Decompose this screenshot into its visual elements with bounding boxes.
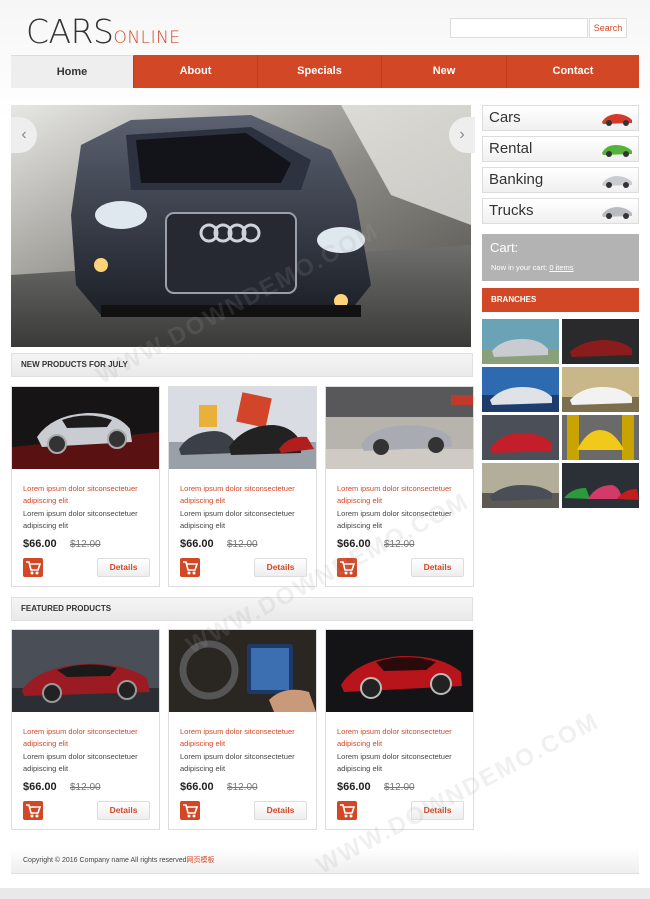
search-input[interactable] <box>450 18 588 38</box>
product-card: Lorem ipsum dolor sitconsectetuer adipis… <box>325 386 474 587</box>
product-description: Lorem ipsum dolor sitconsectetuer adipis… <box>23 509 138 530</box>
page-bottom-strip <box>0 888 650 899</box>
product-old-price: $12.00 <box>70 782 101 793</box>
sidebar-item-banking[interactable]: Banking <box>482 167 639 193</box>
product-title[interactable]: Lorem ipsum dolor sitconsectetuer adipis… <box>23 726 153 750</box>
cart-icon[interactable] <box>180 558 200 577</box>
product-old-price: $12.00 <box>227 539 258 550</box>
product-old-price: $12.00 <box>384 539 415 550</box>
product-image[interactable] <box>326 630 473 712</box>
cart-title: Cart: <box>490 240 519 255</box>
product-card: Lorem ipsum dolor sitconsectetuer adipis… <box>11 629 160 830</box>
nav-item-new[interactable]: New <box>382 55 507 88</box>
product-price: $66.00 <box>337 781 371 793</box>
car-icon <box>602 176 632 188</box>
product-title[interactable]: Lorem ipsum dolor sitconsectetuer adipis… <box>180 483 310 507</box>
site-footer: Copyright © 2016 Company name All rights… <box>11 848 639 874</box>
hero-car-image <box>11 105 471 347</box>
nav-item-home[interactable]: Home <box>11 55 134 88</box>
product-price: $66.00 <box>337 538 371 550</box>
product-old-price: $12.00 <box>70 539 101 550</box>
sidebar-item-label: Banking <box>489 171 544 188</box>
product-image[interactable] <box>169 387 316 469</box>
copyright-text: Copyright © 2016 Company name All rights… <box>23 857 187 864</box>
logo-sub-text: ONLINE <box>113 28 181 48</box>
product-card: Lorem ipsum dolor sitconsectetuer adipis… <box>168 629 317 830</box>
footer-link[interactable]: 网页模板 <box>187 857 215 864</box>
sidebar-item-rental[interactable]: Rental <box>482 136 639 162</box>
product-description: Lorem ipsum dolor sitconsectetuer adipis… <box>23 752 138 773</box>
section-heading-new-products: NEW PRODUCTS FOR JULY <box>11 353 473 377</box>
car-icon <box>602 114 632 126</box>
product-price: $66.00 <box>180 781 214 793</box>
cart-status: Now in your cart: 0 items <box>491 263 574 272</box>
product-title[interactable]: Lorem ipsum dolor sitconsectetuer adipis… <box>23 483 153 507</box>
search-button[interactable]: Search <box>589 18 627 38</box>
nav-item-specials[interactable]: Specials <box>258 55 382 88</box>
product-description: Lorem ipsum dolor sitconsectetuer adipis… <box>180 752 295 773</box>
product-title[interactable]: Lorem ipsum dolor sitconsectetuer adipis… <box>337 726 467 750</box>
sidebar-item-trucks[interactable]: Trucks <box>482 198 639 224</box>
car-icon <box>602 145 632 157</box>
product-image[interactable] <box>12 387 159 469</box>
nav-item-contact[interactable]: Contact <box>507 55 639 88</box>
branch-image[interactable] <box>482 415 559 460</box>
branch-image[interactable] <box>562 367 639 412</box>
sidebar-item-label: Trucks <box>489 202 534 219</box>
branch-image[interactable] <box>562 463 639 508</box>
cart-icon[interactable] <box>337 801 357 820</box>
main-nav: Home About Specials New Contact <box>11 55 639 88</box>
branch-image[interactable] <box>562 319 639 364</box>
product-card: Lorem ipsum dolor sitconsectetuer adipis… <box>168 386 317 587</box>
cart-icon[interactable] <box>23 558 43 577</box>
product-old-price: $12.00 <box>227 782 258 793</box>
details-button[interactable]: Details <box>411 558 464 577</box>
cart-status-label: Now in your cart <box>491 263 546 272</box>
sidebar-item-label: Rental <box>489 140 533 157</box>
product-price: $66.00 <box>180 538 214 550</box>
branch-image[interactable] <box>482 319 559 364</box>
details-button[interactable]: Details <box>254 801 307 820</box>
nav-item-about[interactable]: About <box>134 55 258 88</box>
sidebar-item-label: Cars <box>489 109 521 126</box>
logo-main-text: CARS <box>26 12 114 51</box>
product-card: Lorem ipsum dolor sitconsectetuer adipis… <box>11 386 160 587</box>
cart-icon[interactable] <box>180 801 200 820</box>
cart-icon[interactable] <box>23 801 43 820</box>
branches-heading: BRANCHES <box>482 288 639 312</box>
details-button[interactable]: Details <box>97 558 150 577</box>
branch-image[interactable] <box>562 415 639 460</box>
branch-image[interactable] <box>482 463 559 508</box>
product-title[interactable]: Lorem ipsum dolor sitconsectetuer adipis… <box>337 483 467 507</box>
product-price: $66.00 <box>23 781 57 793</box>
product-description: Lorem ipsum dolor sitconsectetuer adipis… <box>180 509 295 530</box>
details-button[interactable]: Details <box>97 801 150 820</box>
product-card: Lorem ipsum dolor sitconsectetuer adipis… <box>325 629 474 830</box>
truck-icon <box>602 207 632 219</box>
branch-image[interactable] <box>482 367 559 412</box>
product-description: Lorem ipsum dolor sitconsectetuer adipis… <box>337 752 452 773</box>
site-header: CARSONLINE Search <box>0 0 650 55</box>
section-heading-featured-products: FEATURED PRODUCTS <box>11 597 473 621</box>
hero-slider[interactable] <box>11 105 471 347</box>
product-description: Lorem ipsum dolor sitconsectetuer adipis… <box>337 509 452 530</box>
cart-icon[interactable] <box>337 558 357 577</box>
details-button[interactable]: Details <box>411 801 464 820</box>
product-old-price: $12.00 <box>384 782 415 793</box>
product-image[interactable] <box>12 630 159 712</box>
details-button[interactable]: Details <box>254 558 307 577</box>
product-title[interactable]: Lorem ipsum dolor sitconsectetuer adipis… <box>180 726 310 750</box>
product-image[interactable] <box>169 630 316 712</box>
product-image[interactable] <box>326 387 473 469</box>
site-logo[interactable]: CARSONLINE <box>26 12 181 51</box>
cart-items-link[interactable]: 0 items <box>549 263 573 272</box>
product-price: $66.00 <box>23 538 57 550</box>
sidebar-item-cars[interactable]: Cars <box>482 105 639 131</box>
cart-summary: Cart: Now in your cart: 0 items <box>482 234 639 281</box>
